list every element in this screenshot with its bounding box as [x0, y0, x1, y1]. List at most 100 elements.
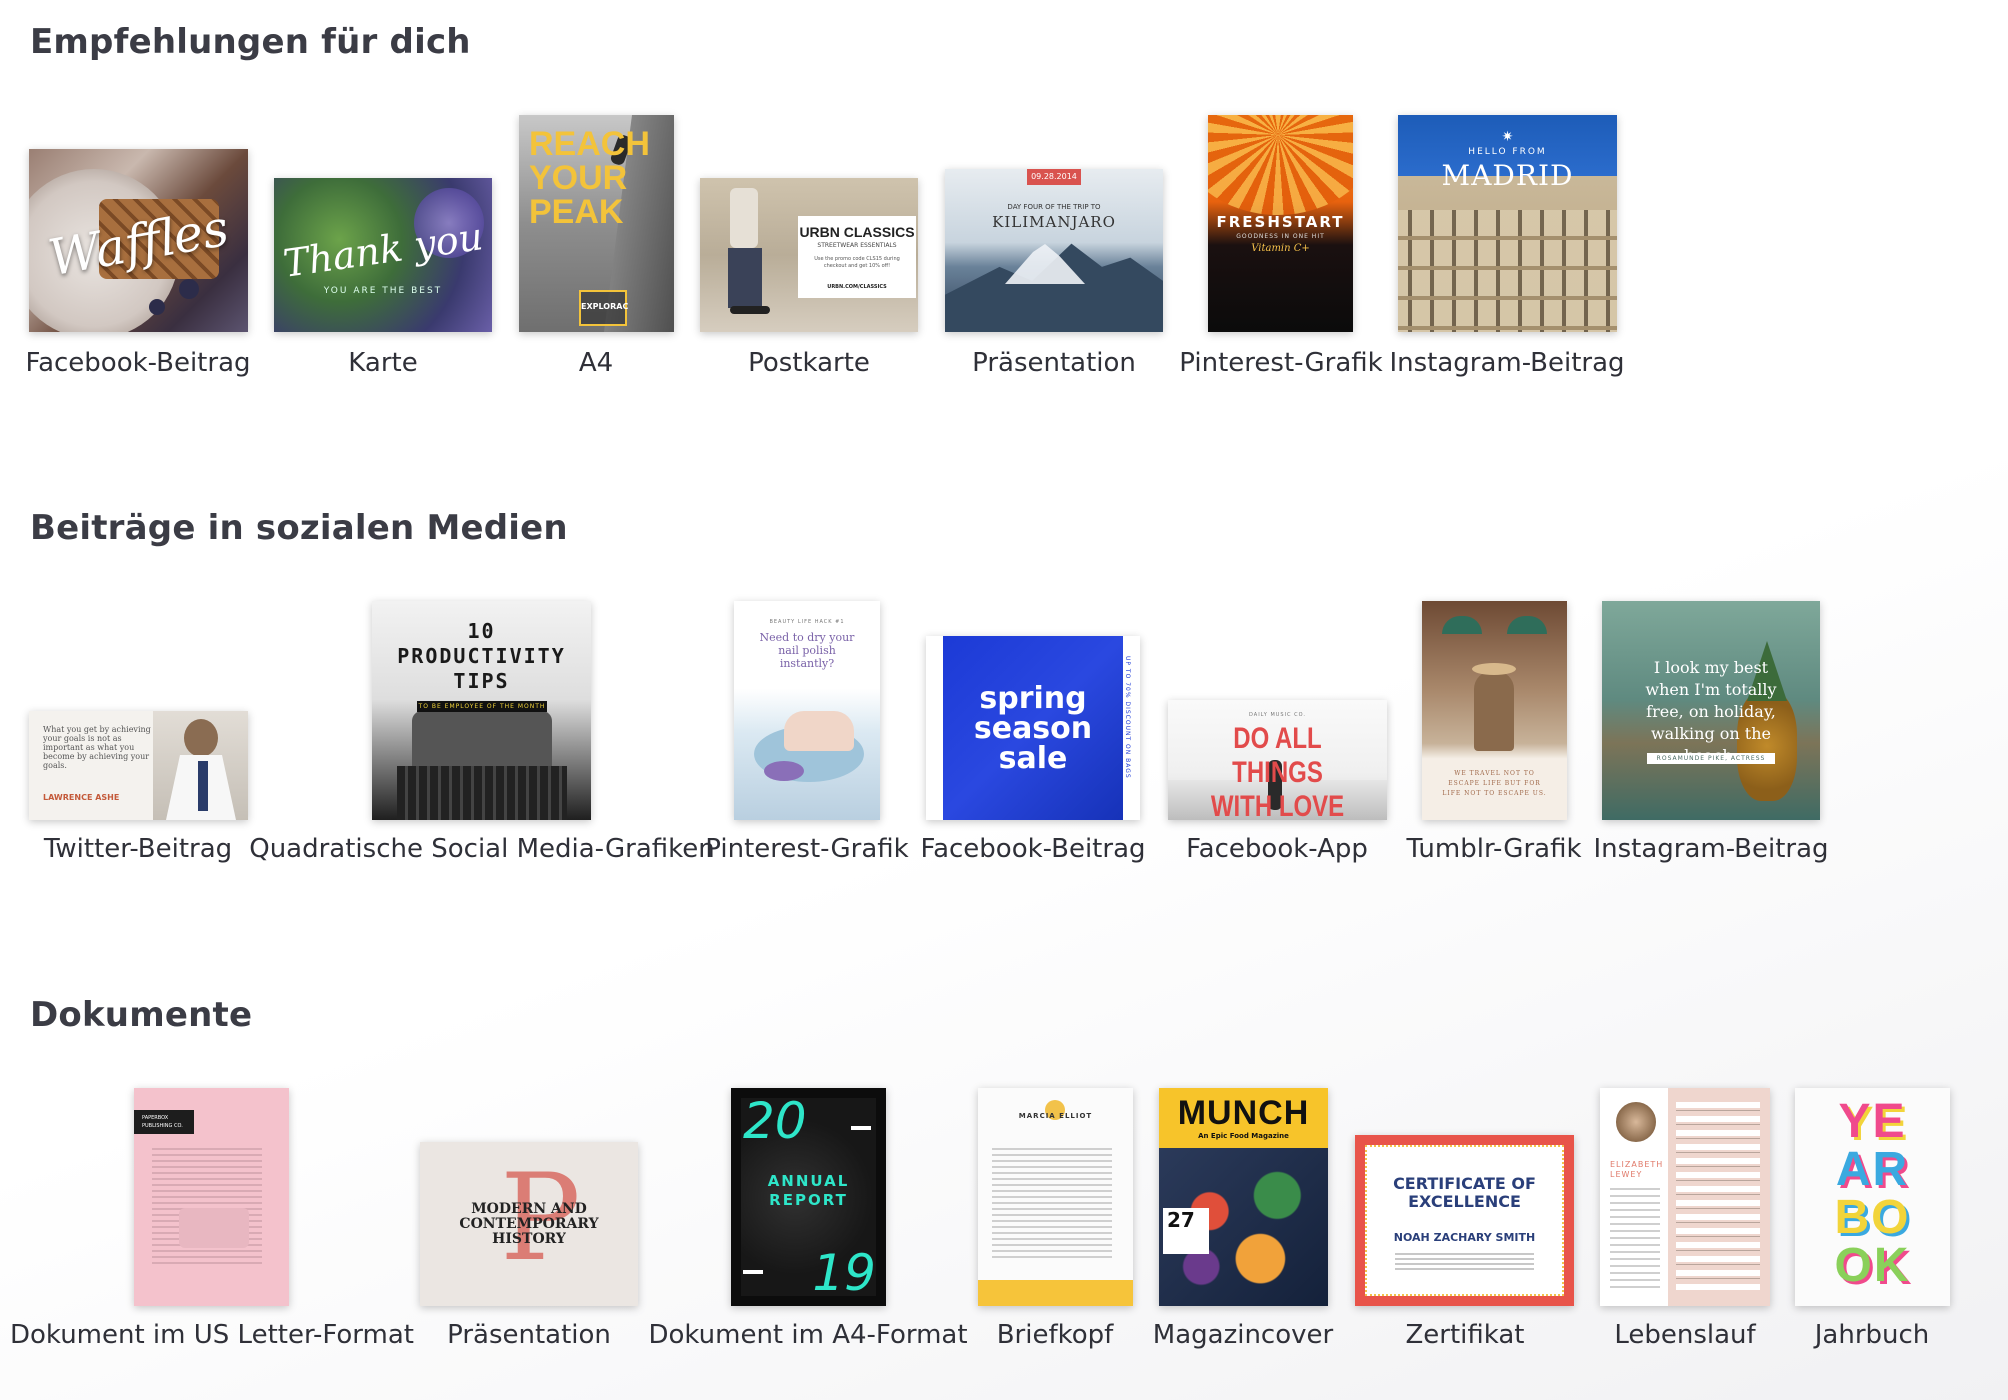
thumb-text-line-2: EXCELLENCE	[1408, 1192, 1521, 1211]
thumb-text-line-3: HISTORY	[492, 1231, 566, 1247]
thumb-url: URBN.COM/CLASSICS	[827, 284, 887, 290]
section-title-documents: Dokumente	[30, 995, 253, 1035]
thumb-text-line-1: REACH	[529, 125, 650, 163]
thumb-instagram-pineapple[interactable]: I look my best when I'm totally free, on…	[1602, 601, 1820, 820]
thumb-subtext: STREETWEAR ESSENTIALS	[817, 242, 897, 249]
label-pinterest-graphic[interactable]: Pinterest-Grafik	[705, 834, 908, 864]
thumb-text: Need to dry your nail polish instantly?	[759, 631, 855, 670]
thumb-facebook-spring-sale[interactable]: spring season sale UP TO 70% DISCOUNT ON…	[926, 636, 1140, 820]
label-yearbook[interactable]: Jahrbuch	[1815, 1320, 1930, 1350]
thumb-us-letter[interactable]: PAPERBOX PUBLISHING CO.	[134, 1088, 289, 1306]
thumb-square-productivity[interactable]: 10 PRODUCTIVITY TIPS TO BE EMPLOYEE OF T…	[372, 601, 591, 820]
label-presentation-doc[interactable]: Präsentation	[447, 1320, 611, 1350]
thumb-text-line-3: PEAK	[529, 193, 624, 231]
thumb-text-line-1: MODERN AND	[471, 1201, 587, 1217]
thumb-tumblr-graphic[interactable]: WE TRAVEL NOT TO ESCAPE LIFE BUT FOR LIF…	[1422, 601, 1567, 820]
thumb-text: MUNCH	[1177, 1094, 1310, 1132]
thumb-subtext: HELLO FROM	[1468, 147, 1547, 157]
thumb-subtext: BEAUTY LIFE HACK #1	[769, 619, 845, 625]
thumb-magazine-munch[interactable]: MUNCH An Epic Food Magazine 27	[1159, 1088, 1328, 1306]
thumb-yearbook[interactable]: YE AR BO OK	[1795, 1088, 1950, 1306]
thumb-subtext: NOAH ZACHARY SMITH	[1393, 1231, 1536, 1244]
thumb-text: MADRID	[1441, 159, 1574, 192]
label-postcard[interactable]: Postkarte	[748, 348, 870, 378]
thumb-subtext: EXPLORAC	[581, 302, 629, 311]
thumb-subtext-line-2: REPORT	[769, 1191, 848, 1209]
thumb-subtext: LAWRENCE ASHE	[43, 793, 120, 802]
thumb-subtext: An Epic Food Magazine	[1198, 1132, 1289, 1140]
thumb-facebook-app-love[interactable]: DAILY MUSIC CO. DO ALL THINGS WITH LOVE	[1168, 700, 1387, 820]
thumb-note: Vitamin C+	[1251, 243, 1310, 254]
thumb-a4-reach-your-peak[interactable]: REACH YOUR PEAK EXPLORAC	[519, 115, 674, 332]
thumb-text-line-1: ELIZABETH	[1610, 1160, 1664, 1169]
thumb-letterhead[interactable]: MARCIA ELLIOT	[978, 1088, 1133, 1306]
thumb-pinterest-nail[interactable]: BEAUTY LIFE HACK #1 Need to dry your nai…	[734, 601, 880, 820]
thumb-text-line-1: 20	[743, 1092, 807, 1150]
thumb-text-line-2: YOUR	[529, 159, 628, 197]
thumb-text-line-3: BO	[1834, 1191, 1911, 1244]
label-instagram[interactable]: Instagram-Beitrag	[1389, 348, 1624, 378]
thumb-facebook-post-waffles[interactable]: Waffles	[29, 149, 248, 332]
thumb-subtext: UP TO 70% DISCOUNT ON BAGS	[1124, 656, 1131, 779]
thumb-text-line-2: season	[973, 711, 1093, 746]
label-facebook-app[interactable]: Facebook-App	[1186, 834, 1368, 864]
thumb-note: 27	[1167, 1208, 1195, 1232]
thumb-note: Use the promo code CLS15 during checkout…	[814, 256, 900, 269]
thumb-card-thank-you[interactable]: Thank you YOU ARE THE BEST	[274, 178, 492, 332]
label-instagram-post[interactable]: Instagram-Beitrag	[1593, 834, 1828, 864]
thumb-text-line-2: AR	[1835, 1143, 1910, 1196]
label-tumblr[interactable]: Tumblr-Grafik	[1406, 834, 1581, 864]
thumb-text: I look my best when I'm totally free, on…	[1645, 658, 1777, 765]
thumb-subtext: ROSAMUNDE PIKE, ACTRESS	[1647, 753, 1775, 764]
label-pinterest[interactable]: Pinterest-Grafik	[1179, 348, 1382, 378]
thumb-text: PAPERBOX PUBLISHING CO.	[134, 1110, 194, 1134]
label-us-letter[interactable]: Dokument im US Letter-Format	[10, 1320, 414, 1350]
label-a4-document[interactable]: Dokument im A4-Format	[648, 1320, 967, 1350]
thumb-subtext: DAILY MUSIC CO.	[1249, 712, 1306, 718]
thumb-text-line-3: TIPS	[453, 669, 510, 693]
thumb-text-line-2: LEWEY	[1610, 1170, 1643, 1179]
thumb-pinterest-freshstart[interactable]: FRESHSTART GOODNESS IN ONE HIT Vitamin C…	[1208, 115, 1353, 332]
thumb-presentation-history[interactable]: P MODERN AND CONTEMPORARY HISTORY	[420, 1142, 638, 1306]
thumb-presentation-kilimanjaro[interactable]: 09.28.2014 DAY FOUR OF THE TRIP TO KILIM…	[945, 169, 1163, 332]
thumb-text-line-2: PRODUCTIVITY	[397, 644, 566, 668]
thumb-text-line-2: CONTEMPORARY	[459, 1216, 599, 1232]
thumb-text-line-3: sale	[998, 741, 1068, 776]
thumb-text-line-1: spring	[979, 681, 1087, 716]
thumb-date: 09.28.2014	[1027, 169, 1081, 185]
label-certificate[interactable]: Zertifikat	[1405, 1320, 1524, 1350]
label-resume[interactable]: Lebenslauf	[1614, 1320, 1755, 1350]
thumb-resume[interactable]: ELIZABETH LEWEY	[1600, 1088, 1770, 1306]
label-magazine[interactable]: Magazincover	[1153, 1320, 1333, 1350]
thumb-text: What you get by achieving your goals is …	[43, 725, 151, 770]
thumb-instagram-madrid[interactable]: ✷ HELLO FROM MADRID	[1398, 115, 1617, 332]
label-card[interactable]: Karte	[348, 348, 417, 378]
label-square-social[interactable]: Quadratische Social Media-Grafiken	[249, 834, 715, 864]
thumb-subtext: GOODNESS IN ONE HIT	[1236, 233, 1325, 240]
thumb-text-line-1: DO ALL THINGS	[1232, 722, 1323, 789]
thumb-text: MARCIA ELLIOT	[1018, 1112, 1093, 1120]
thumb-text-line-2: 19	[812, 1244, 876, 1302]
thumb-text-line-1: YE	[1838, 1095, 1907, 1148]
thumb-text-line-1: 10	[467, 619, 496, 643]
label-a4[interactable]: A4	[579, 348, 613, 378]
thumb-a4-annual-report[interactable]: 20 19 ANNUAL REPORT	[731, 1088, 886, 1306]
thumb-text: URBN CLASSICS	[799, 224, 915, 240]
label-facebook-post[interactable]: Facebook-Beitrag	[26, 348, 251, 378]
thumb-subtext-line-1: ANNUAL	[767, 1172, 850, 1190]
thumb-postcard-urbn[interactable]: URBN CLASSICS STREETWEAR ESSENTIALS Use …	[700, 178, 918, 332]
thumb-text: KILIMANJARO	[992, 213, 1116, 231]
section-title-recommended: Empfehlungen für dich	[30, 22, 471, 62]
thumb-certificate[interactable]: CERTIFICATE OF EXCELLENCE NOAH ZACHARY S…	[1355, 1135, 1574, 1306]
label-facebook-post-2[interactable]: Facebook-Beitrag	[921, 834, 1146, 864]
thumb-text: FRESHSTART	[1216, 213, 1345, 231]
thumb-text-line-4: OK	[1834, 1239, 1911, 1292]
thumb-text-line-1: CERTIFICATE OF	[1393, 1174, 1536, 1193]
section-title-social: Beiträge in sozialen Medien	[30, 508, 568, 548]
thumb-twitter-post[interactable]: What you get by achieving your goals is …	[29, 711, 248, 820]
label-twitter-post[interactable]: Twitter-Beitrag	[44, 834, 232, 864]
thumb-text: Thank you	[280, 214, 486, 286]
thumb-subtext: TO BE EMPLOYEE OF THE MONTH	[417, 701, 547, 712]
label-presentation[interactable]: Präsentation	[972, 348, 1136, 378]
label-letterhead[interactable]: Briefkopf	[997, 1320, 1114, 1350]
